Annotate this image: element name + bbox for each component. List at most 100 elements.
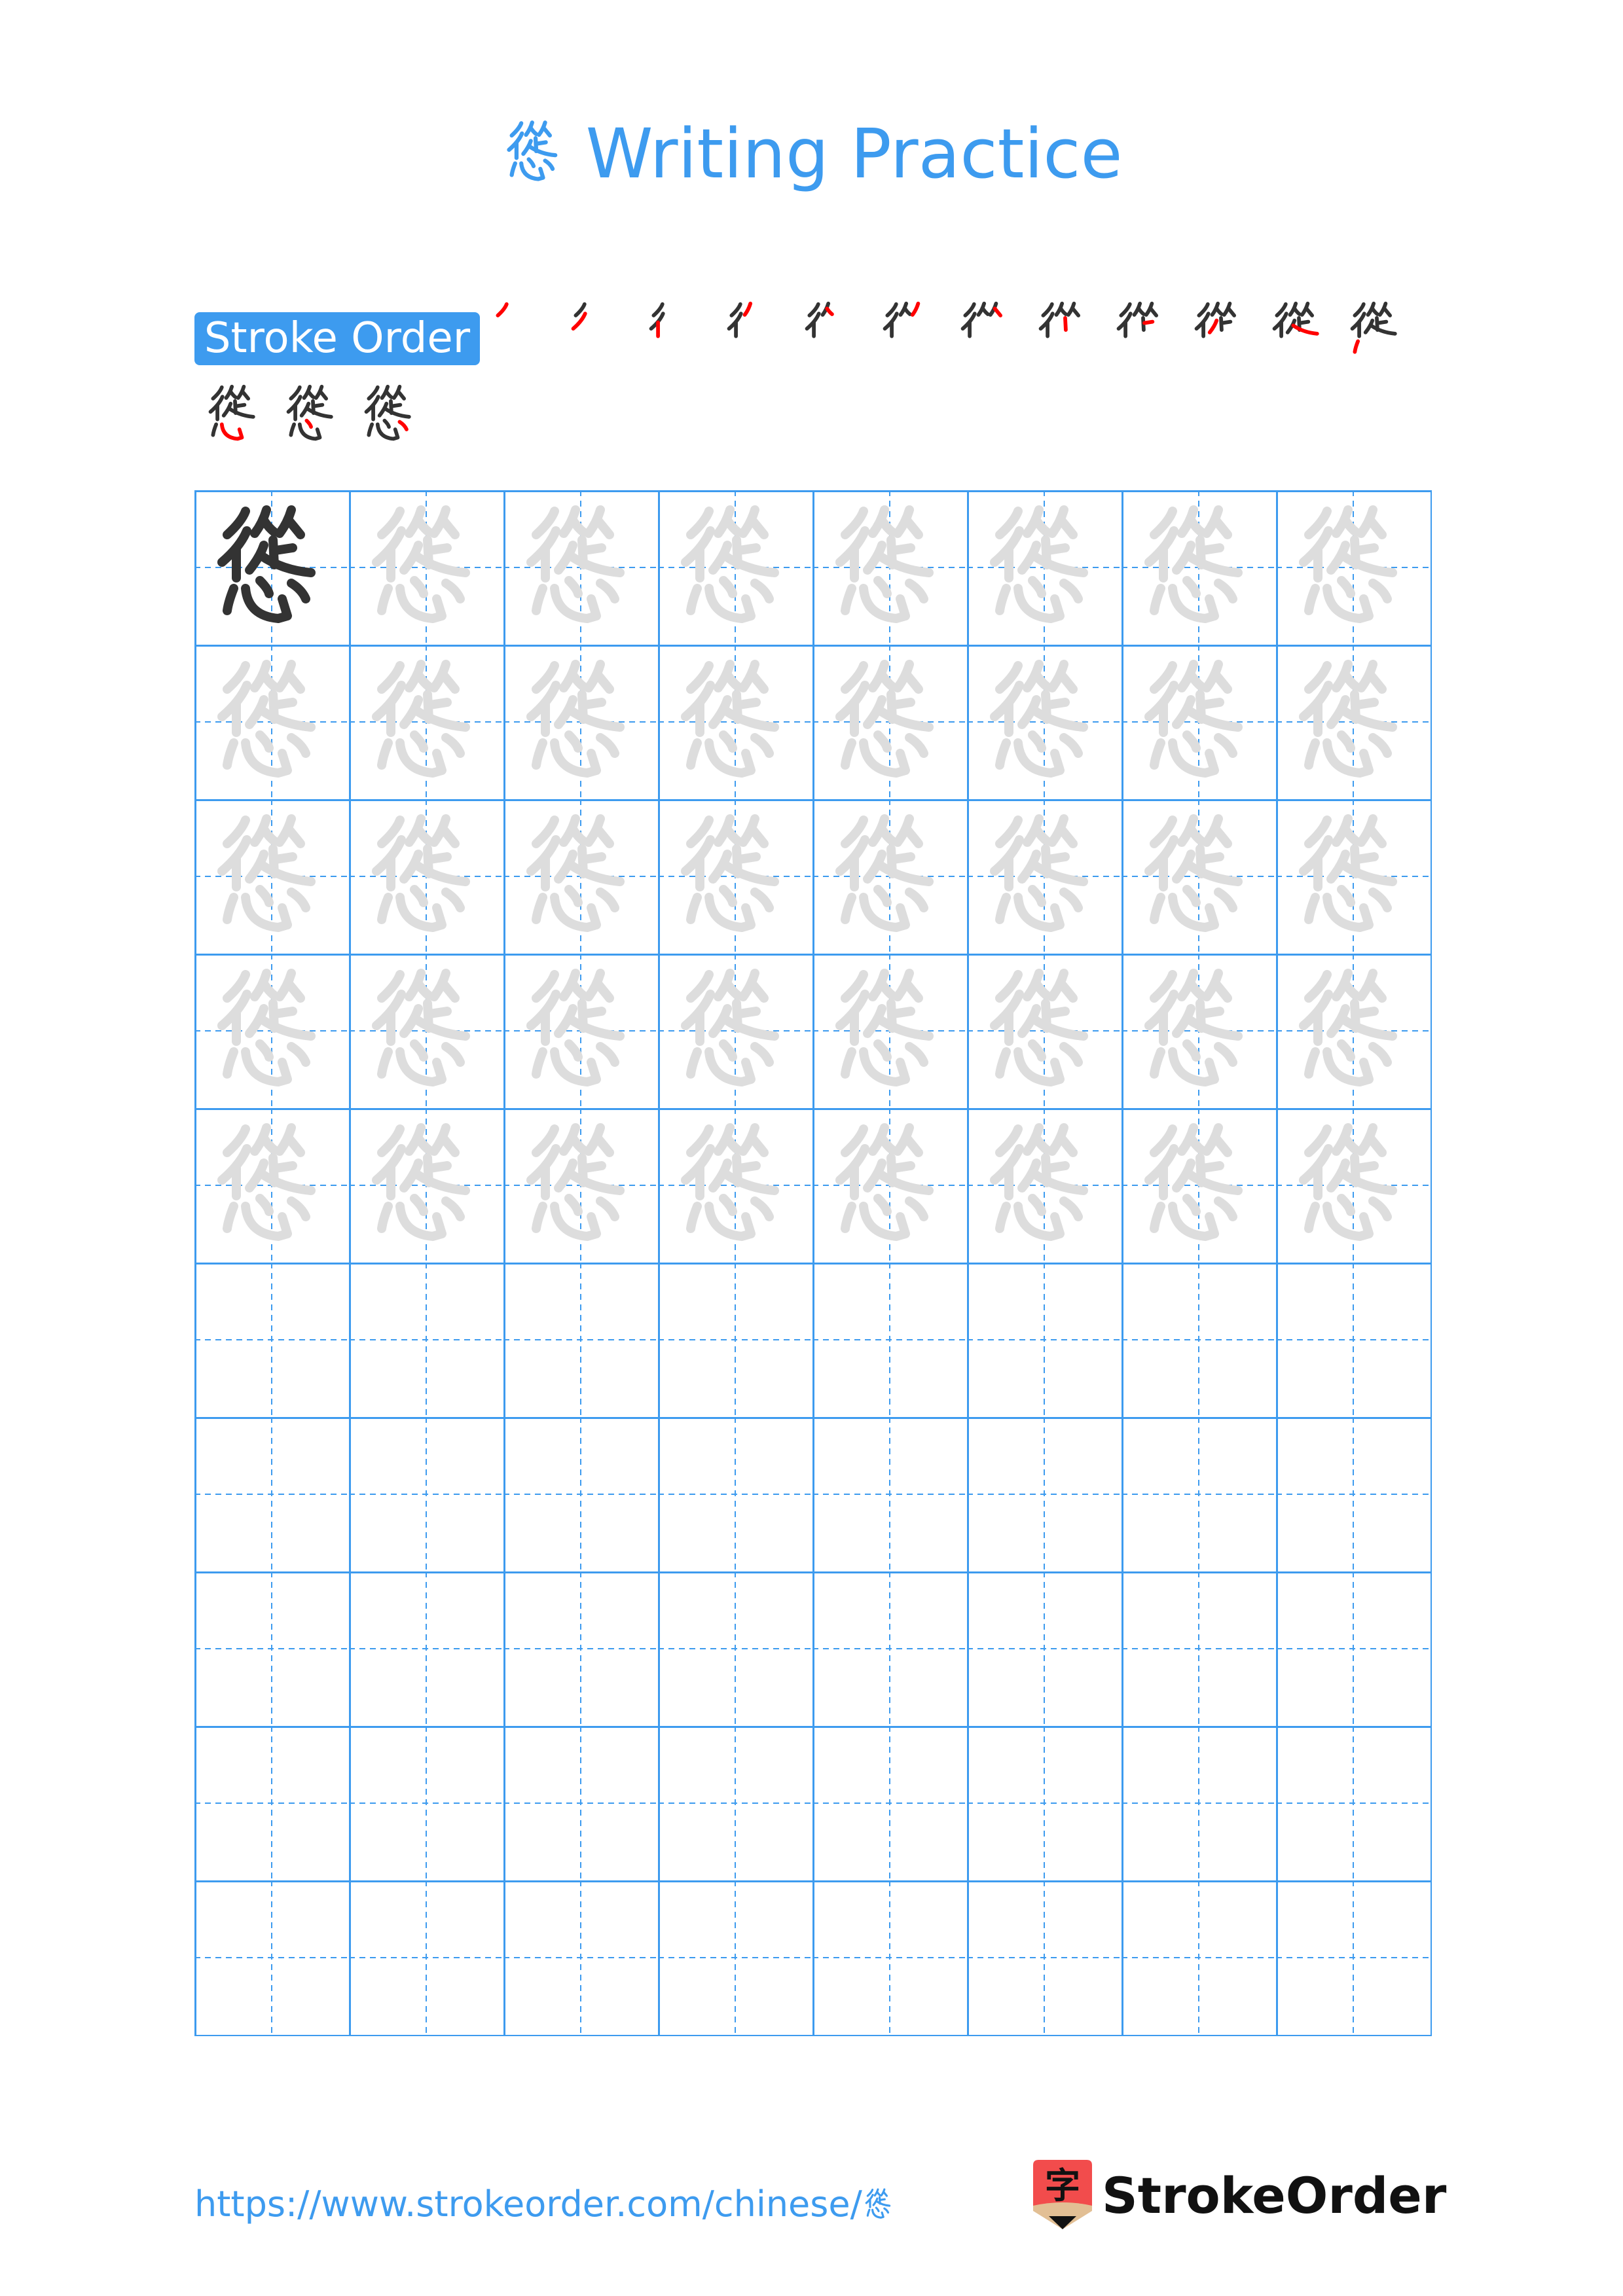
grid-cell[interactable] — [658, 1571, 814, 1727]
grid-cell[interactable] — [349, 490, 505, 646]
grid-cell[interactable] — [967, 1263, 1123, 1418]
grid-cell[interactable] — [1122, 799, 1277, 955]
grid-cell[interactable] — [812, 1108, 968, 1264]
grid-cell[interactable] — [658, 799, 814, 955]
grid-cell[interactable] — [967, 954, 1123, 1109]
stroke-14 — [564, 730, 583, 753]
grid-cell[interactable] — [194, 1263, 350, 1418]
grid-cell[interactable] — [812, 1726, 968, 1882]
grid-cell[interactable] — [194, 645, 350, 800]
stroke-5 — [1032, 516, 1051, 537]
grid-cell[interactable] — [1122, 954, 1277, 1109]
stroke-step-7 — [960, 301, 1002, 338]
grid-cell[interactable] — [812, 1880, 968, 2036]
grid-cell[interactable] — [503, 799, 659, 955]
grid-cell[interactable] — [349, 799, 505, 955]
grid-cell[interactable] — [967, 1880, 1123, 2036]
grid-cell[interactable] — [658, 490, 814, 646]
grid-cell[interactable] — [812, 1417, 968, 1573]
grid-cell[interactable] — [1122, 1263, 1277, 1418]
grid-cell[interactable] — [658, 954, 814, 1109]
grid-cell[interactable] — [503, 645, 659, 800]
grid-cell[interactable] — [658, 1108, 814, 1264]
grid-cell[interactable] — [349, 1108, 505, 1264]
grid-cell[interactable] — [349, 1726, 505, 1882]
grid-cell[interactable] — [1276, 1571, 1432, 1727]
grid-cell[interactable] — [1122, 1108, 1277, 1264]
grid-cell[interactable] — [349, 1263, 505, 1418]
stroke-7 — [284, 979, 305, 1003]
grid-cell[interactable] — [194, 1108, 350, 1264]
grid-cell[interactable] — [658, 1880, 814, 2036]
stroke-6 — [910, 301, 921, 317]
cell-border — [503, 1880, 659, 2036]
grid-cell[interactable] — [503, 1417, 659, 1573]
grid-cell[interactable] — [967, 1417, 1123, 1573]
stroke-14 — [719, 1194, 737, 1216]
grid-cell[interactable] — [812, 1571, 968, 1727]
grid-cell[interactable] — [1276, 490, 1432, 646]
footer-url-link[interactable]: https://www.strokeorder.com/chinese/ — [194, 2181, 896, 2227]
grid-cell[interactable] — [349, 954, 505, 1109]
grid-cell[interactable] — [1276, 1417, 1432, 1573]
grid-cell[interactable] — [967, 1571, 1123, 1727]
grid-cell[interactable] — [503, 1726, 659, 1882]
grid-cell[interactable] — [503, 1571, 659, 1727]
grid-cell[interactable] — [503, 954, 659, 1109]
stroke-11 — [720, 1014, 779, 1041]
grid-cell[interactable] — [658, 645, 814, 800]
grid-cell[interactable] — [812, 799, 968, 955]
grid-cell[interactable] — [1276, 1263, 1432, 1418]
grid-cell[interactable] — [194, 1417, 350, 1573]
grid-cell[interactable] — [194, 490, 350, 646]
stroke-9 — [735, 1161, 761, 1173]
grid-cell[interactable] — [1122, 1880, 1277, 2036]
grid-cell[interactable] — [1276, 1108, 1432, 1264]
grid-cell[interactable] — [194, 1726, 350, 1882]
grid-cell[interactable] — [1276, 645, 1432, 800]
grid-cell[interactable] — [967, 1108, 1123, 1264]
grid-cell[interactable] — [812, 1263, 968, 1418]
grid-cell[interactable] — [967, 490, 1123, 646]
grid-cell[interactable] — [1122, 645, 1277, 800]
stroke-15 — [287, 1196, 310, 1221]
grid-cell[interactable] — [1276, 954, 1432, 1109]
grid-cell[interactable] — [1276, 799, 1432, 955]
grid-cell[interactable] — [349, 1571, 505, 1727]
title-text: Writing Practice — [585, 114, 1123, 194]
stroke-11 — [257, 860, 316, 886]
grid-cell[interactable] — [1122, 1571, 1277, 1727]
stroke-9 — [879, 2198, 886, 2201]
grid-cell[interactable] — [194, 954, 350, 1109]
stroke-15 — [1059, 579, 1083, 603]
cell-guides — [967, 1417, 1123, 1573]
grid-cell[interactable] — [812, 954, 968, 1109]
grid-cell[interactable] — [658, 1263, 814, 1418]
grid-cell[interactable] — [1122, 490, 1277, 646]
grid-cell[interactable] — [503, 1108, 659, 1264]
grid-cell[interactable] — [658, 1417, 814, 1573]
grid-cell[interactable] — [503, 1880, 659, 2036]
stroke-15 — [441, 1042, 465, 1067]
grid-cell[interactable] — [349, 1880, 505, 2036]
grid-cell[interactable] — [194, 1571, 350, 1727]
grid-cell[interactable] — [1122, 1417, 1277, 1573]
grid-cell[interactable] — [812, 645, 968, 800]
grid-cell[interactable] — [503, 1263, 659, 1418]
grid-cell[interactable] — [349, 1417, 505, 1573]
grid-cell[interactable] — [1276, 1726, 1432, 1882]
grid-cell[interactable] — [194, 799, 350, 955]
grid-cell[interactable] — [503, 490, 659, 646]
grid-cell[interactable] — [1122, 1726, 1277, 1882]
footer-url-text[interactable]: https://www.strokeorder.com/chinese/ — [194, 2183, 862, 2225]
grid-cell[interactable] — [812, 490, 968, 646]
grid-cell[interactable] — [967, 1726, 1123, 1882]
stroke-11 — [875, 706, 934, 732]
stroke-14 — [873, 885, 892, 907]
grid-cell[interactable] — [967, 645, 1123, 800]
grid-cell[interactable] — [194, 1880, 350, 2036]
grid-cell[interactable] — [349, 645, 505, 800]
grid-cell[interactable] — [658, 1726, 814, 1882]
grid-cell[interactable] — [967, 799, 1123, 955]
grid-cell[interactable] — [1276, 1880, 1432, 2036]
